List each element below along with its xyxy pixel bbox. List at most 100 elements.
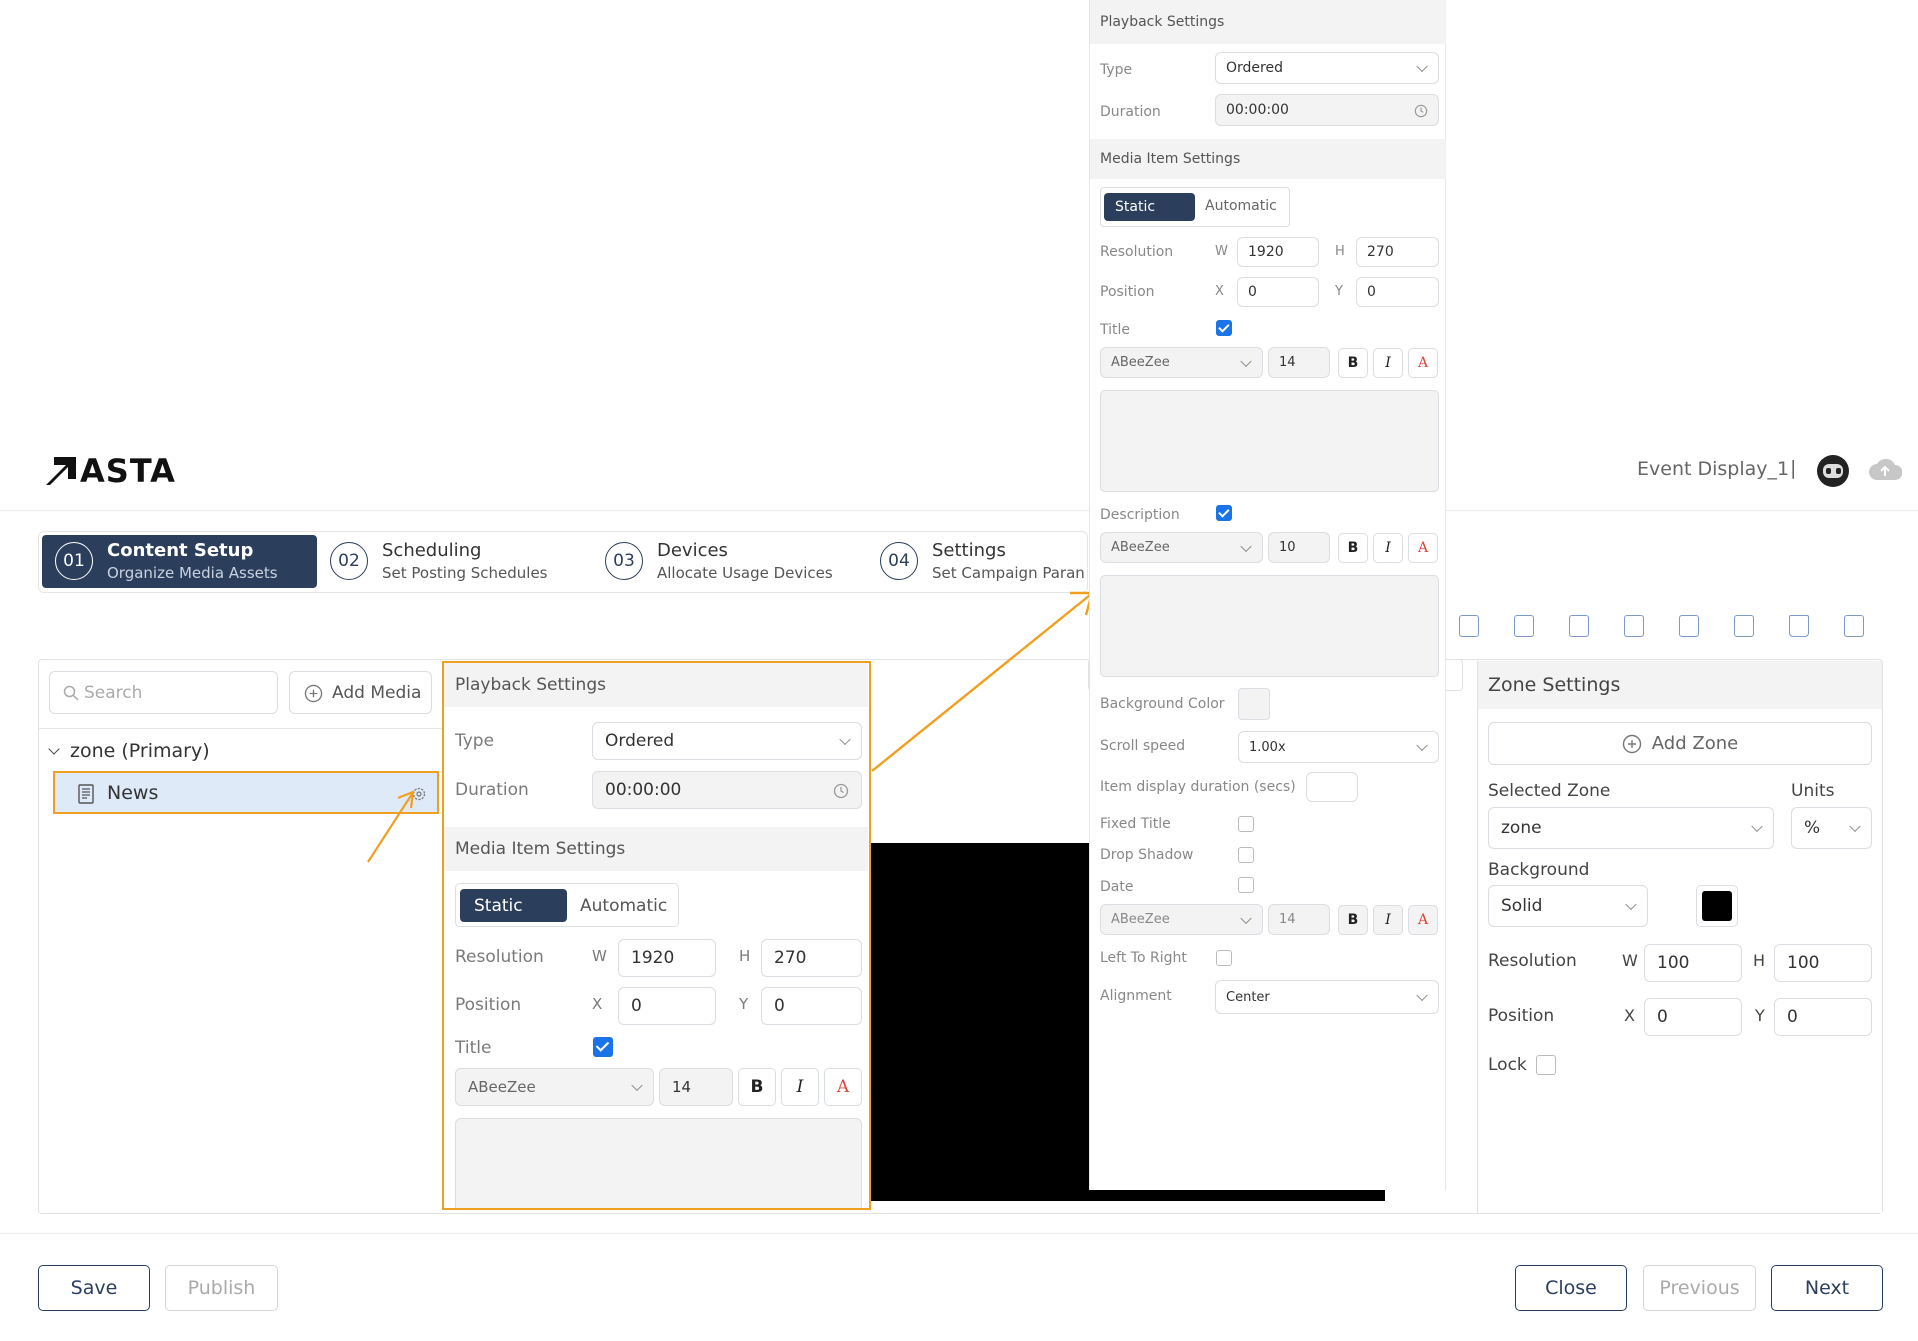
- alignment-select[interactable]: Center: [1215, 980, 1439, 1014]
- footer-divider: [0, 1233, 1918, 1234]
- title-size-input[interactable]: 14: [659, 1068, 733, 1106]
- add-zone-label: Add Zone: [1651, 733, 1739, 754]
- lock-checkbox[interactable]: [1536, 1055, 1556, 1075]
- resolution-h-input[interactable]: 270: [1356, 237, 1439, 267]
- step-subtitle: Organize Media Assets: [107, 564, 278, 582]
- step-content-setup[interactable]: 01 Content Setup Organize Media Assets: [42, 535, 317, 588]
- cloud-upload-icon[interactable]: [1868, 456, 1902, 482]
- scroll-speed-select[interactable]: 1.00x: [1238, 731, 1439, 763]
- item-display-duration-input[interactable]: [1306, 772, 1358, 802]
- title-font-select[interactable]: ABeeZee: [1100, 347, 1263, 378]
- type-select[interactable]: Ordered: [592, 722, 862, 760]
- copy-icon[interactable]: [1459, 615, 1479, 637]
- background-color-label: Background Color: [1100, 696, 1225, 712]
- publish-button[interactable]: Publish: [165, 1265, 278, 1311]
- trash-icon[interactable]: [1789, 615, 1809, 637]
- zone-position-x-input[interactable]: 0: [1644, 998, 1742, 1036]
- fixed-title-checkbox[interactable]: [1238, 816, 1254, 832]
- step-scheduling[interactable]: 02 Scheduling Set Posting Schedules: [318, 535, 593, 588]
- left-to-right-checkbox[interactable]: [1216, 950, 1232, 966]
- news-icon: [78, 784, 94, 804]
- step-devices[interactable]: 03 Devices Allocate Usage Devices: [593, 535, 868, 588]
- automatic-button[interactable]: Automatic: [1205, 198, 1277, 214]
- automatic-button[interactable]: Automatic: [580, 896, 667, 916]
- refresh-icon[interactable]: [1844, 615, 1864, 637]
- background-color-swatch[interactable]: [1696, 885, 1738, 927]
- bold-button[interactable]: B: [1338, 533, 1368, 563]
- duration-value: 00:00:00: [605, 780, 682, 800]
- bold-button[interactable]: B: [1338, 348, 1368, 378]
- text-color-button[interactable]: A: [1408, 905, 1438, 935]
- zone-resolution-w-input[interactable]: 100: [1644, 944, 1742, 982]
- excel-icon[interactable]: [1569, 615, 1589, 637]
- resolution-h-input[interactable]: 270: [761, 939, 862, 977]
- bold-button[interactable]: B: [738, 1068, 776, 1106]
- duration-input[interactable]: 00:00:00: [1215, 94, 1439, 126]
- step-title: Settings: [932, 540, 1006, 561]
- position-x-input[interactable]: 0: [618, 987, 716, 1025]
- save-button[interactable]: Save: [38, 1265, 150, 1311]
- background-select[interactable]: Solid: [1488, 885, 1648, 927]
- clipboard-icon[interactable]: [1624, 615, 1644, 637]
- step-title: Content Setup: [107, 540, 254, 561]
- static-button[interactable]: Static: [460, 889, 567, 922]
- background-color-swatch[interactable]: [1238, 688, 1270, 720]
- drop-shadow-checkbox[interactable]: [1238, 847, 1254, 863]
- static-button[interactable]: Static: [1104, 193, 1195, 221]
- title-checkbox[interactable]: [593, 1037, 613, 1057]
- bold-button[interactable]: B: [1338, 905, 1368, 935]
- title-size-input[interactable]: 14: [1268, 347, 1330, 378]
- layers-icon[interactable]: [1679, 615, 1699, 637]
- edit-icon[interactable]: [1734, 615, 1754, 637]
- step-settings[interactable]: 04 Settings Set Campaign Paran: [868, 535, 1088, 588]
- step-subtitle: Set Posting Schedules: [382, 564, 548, 582]
- position-y-input[interactable]: 0: [1356, 277, 1439, 307]
- zone-group[interactable]: zone (Primary): [48, 738, 210, 764]
- resolution-w-input[interactable]: 1920: [1237, 237, 1319, 267]
- zone-position-y-input[interactable]: 0: [1774, 998, 1872, 1036]
- description-checkbox[interactable]: [1216, 505, 1232, 521]
- selected-zone-select[interactable]: zone: [1488, 807, 1774, 849]
- zone-resolution-h-input[interactable]: 100: [1774, 944, 1872, 982]
- position-x-input[interactable]: 0: [1237, 277, 1319, 307]
- italic-button[interactable]: I: [1373, 905, 1403, 935]
- description-font-select[interactable]: ABeeZee: [1100, 532, 1263, 563]
- title-font-select[interactable]: ABeeZee: [455, 1068, 654, 1106]
- search-input[interactable]: Search: [49, 671, 278, 714]
- italic-button[interactable]: I: [1373, 533, 1403, 563]
- date-size-input[interactable]: 14: [1268, 904, 1330, 935]
- position-y-input[interactable]: 0: [761, 987, 862, 1025]
- title-textarea[interactable]: [1100, 390, 1439, 492]
- italic-button[interactable]: I: [1373, 348, 1403, 378]
- resolution-w-input[interactable]: 1920: [618, 939, 716, 977]
- position-label: Position: [1488, 1006, 1555, 1026]
- description-size-input[interactable]: 10: [1268, 532, 1330, 563]
- previous-button[interactable]: Previous: [1643, 1265, 1756, 1311]
- chevron-down-icon: [48, 743, 60, 755]
- date-checkbox[interactable]: [1238, 877, 1254, 893]
- duration-label: Duration: [1100, 104, 1161, 120]
- next-button[interactable]: Next: [1771, 1265, 1883, 1311]
- duration-input[interactable]: 00:00:00: [592, 771, 862, 809]
- text-color-button[interactable]: A: [824, 1068, 862, 1106]
- robot-avatar-icon[interactable]: [1817, 455, 1849, 487]
- description-textarea[interactable]: [1100, 575, 1439, 677]
- add-zone-button[interactable]: Add Zone: [1488, 722, 1872, 765]
- date-font-select[interactable]: ABeeZee: [1100, 904, 1263, 935]
- italic-button[interactable]: I: [781, 1068, 819, 1106]
- units-select[interactable]: %: [1791, 807, 1872, 849]
- close-button[interactable]: Close: [1515, 1265, 1627, 1311]
- annotation-arrow-small: [367, 790, 415, 863]
- plus-circle-icon: [304, 684, 323, 703]
- h-label: H: [1753, 951, 1766, 970]
- background-value: Solid: [1501, 896, 1543, 916]
- title-textarea[interactable]: [455, 1118, 862, 1208]
- text-color-button[interactable]: A: [1408, 348, 1438, 378]
- title-checkbox[interactable]: [1216, 320, 1232, 336]
- search-icon: [63, 685, 79, 701]
- text-color-button[interactable]: A: [1408, 533, 1438, 563]
- duplicate-icon[interactable]: [1514, 615, 1534, 637]
- font-value: ABeeZee: [1111, 355, 1170, 370]
- type-select[interactable]: Ordered: [1215, 52, 1439, 84]
- add-media-button[interactable]: Add Media: [289, 671, 432, 714]
